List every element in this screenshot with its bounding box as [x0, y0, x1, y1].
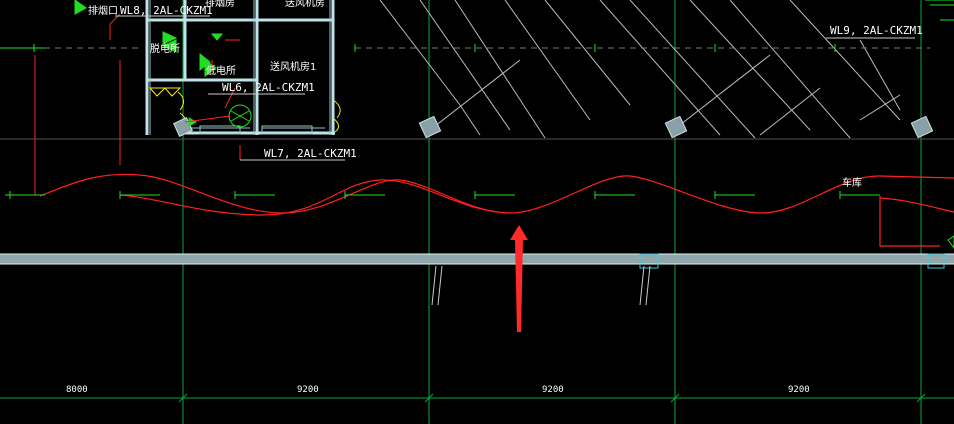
room-label-f: 送风机房	[285, 0, 325, 9]
slab-band	[0, 253, 954, 269]
room-label-d: 送风机房1	[270, 60, 316, 73]
parking-label: 车库	[842, 176, 862, 189]
circuit-label-wl7: WL7, 2AL-CKZM1	[264, 147, 357, 160]
wavy-wiring	[39, 173, 954, 247]
circuit-label-wl8: WL8, 2AL-CKZM1	[120, 4, 213, 17]
dimension-2: 9200	[297, 385, 319, 395]
dimension-1: 8000	[66, 385, 88, 395]
hatch-marks	[431, 265, 651, 306]
green-wiring	[5, 191, 880, 199]
fan-symbol-icon	[228, 104, 252, 128]
cad-drawing-canvas[interactable]: 排烟口 脱电所 低电所 送风机房1 排烟房 送风机房 WL8, 2AL-CKZM…	[0, 0, 954, 424]
grid-axes	[0, 0, 954, 424]
room-label-b: 脱电所	[150, 42, 180, 55]
circuit-label-wl9: WL9, 2AL-CKZM1	[830, 24, 923, 37]
circuit-label-wl6: WL6, 2AL-CKZM1	[222, 81, 315, 94]
room-label-a: 排烟口	[88, 4, 118, 17]
dimension-4: 9200	[788, 385, 810, 395]
red-arrow-icon	[510, 225, 528, 332]
dimension-ticks	[0, 393, 954, 403]
dimension-3: 9200	[542, 385, 564, 395]
room-label-c: 低电所	[206, 64, 236, 77]
label-leaders	[34, 13, 241, 196]
ramp-structure	[379, 0, 901, 139]
